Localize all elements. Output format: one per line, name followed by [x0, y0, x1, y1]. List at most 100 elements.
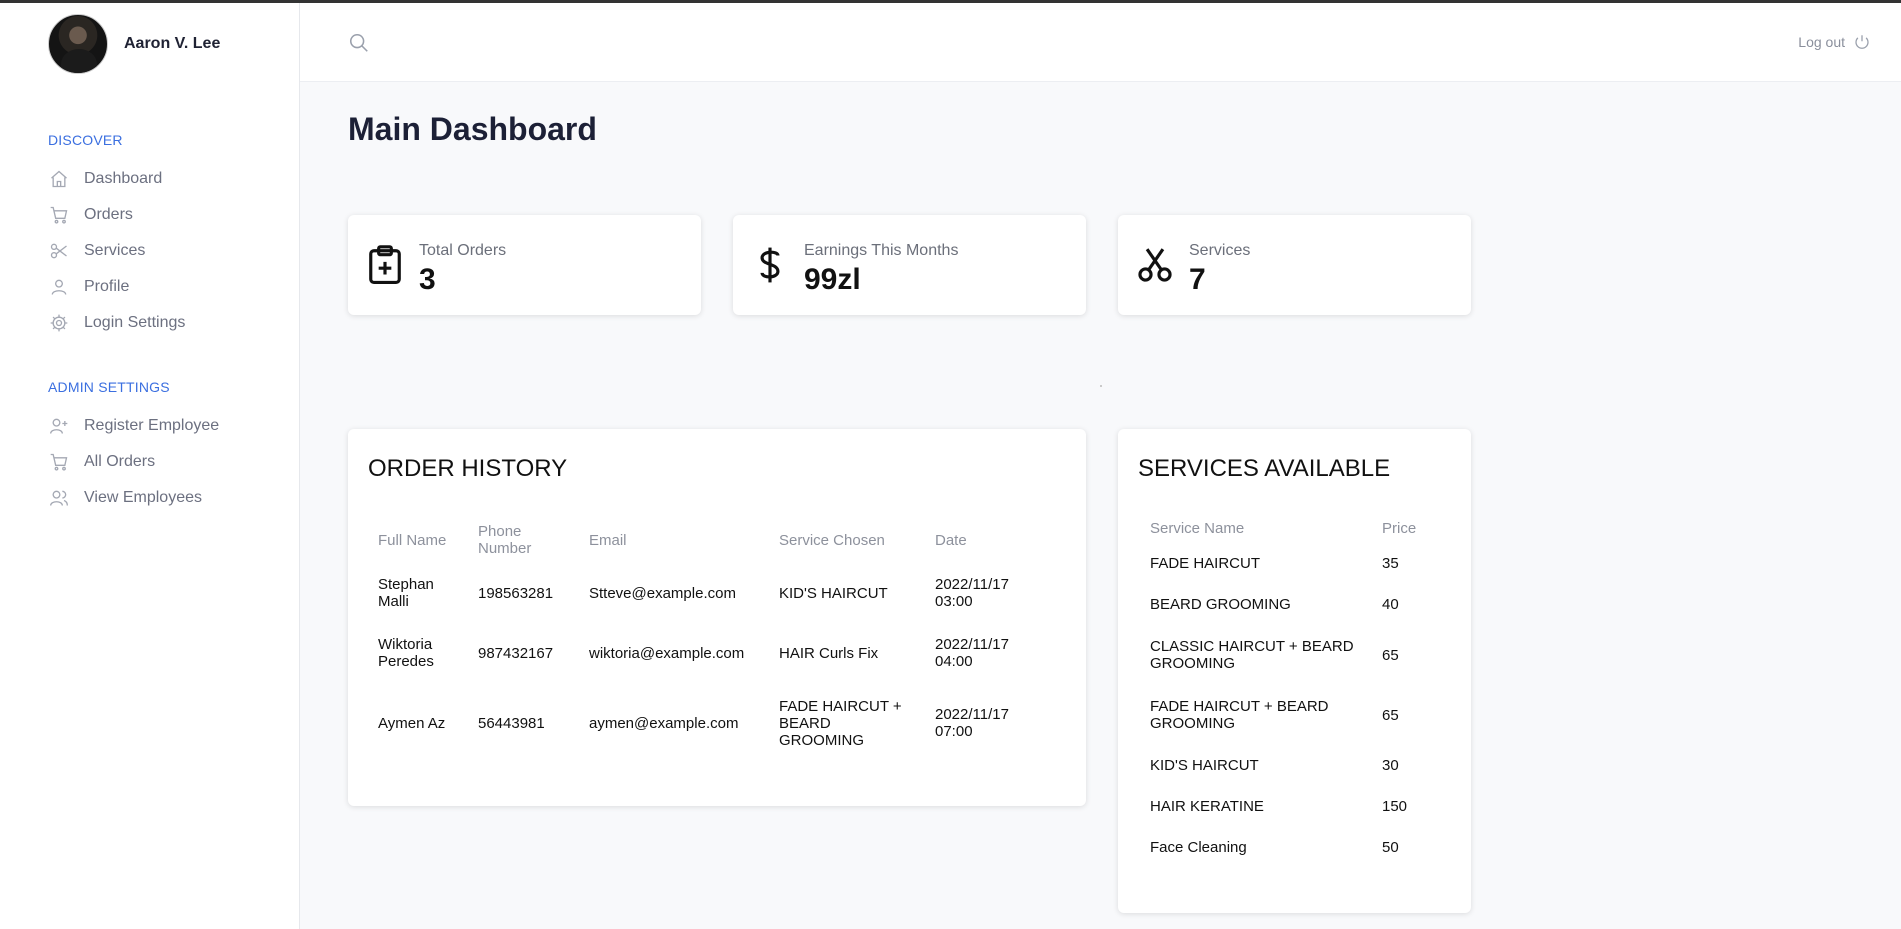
- sidebar: Aaron V. Lee DISCOVER Dashboard Orders S…: [0, 3, 300, 929]
- table-cell: KID'S HAIRCUT: [1150, 757, 1259, 774]
- table-cell: Wiktoria Peredes: [378, 636, 434, 670]
- table-cell: Face Cleaning: [1150, 839, 1247, 856]
- users-icon: [48, 487, 70, 509]
- dollar-icon: [749, 243, 791, 287]
- sidebar-item-label: Register Employee: [84, 417, 220, 434]
- sidebar-item-label: All Orders: [84, 453, 156, 470]
- column-header: Price: [1382, 519, 1417, 537]
- section-title-admin-settings: ADMIN SETTINGS: [48, 379, 170, 395]
- table-row: BEARD GROOMING 40: [1140, 584, 1432, 625]
- table-cell: 65: [1382, 706, 1399, 724]
- logout-label: Log out: [1798, 34, 1845, 50]
- stat-card-earnings: Earnings This Months 99zl: [733, 215, 1086, 315]
- table-row: FADE HAIRCUT 35: [1140, 543, 1432, 584]
- table-cell: HAIR KERATINE: [1150, 798, 1264, 815]
- sidebar-item-profile[interactable]: Profile: [48, 276, 129, 298]
- table-cell: 2022/11/17 04:00: [935, 636, 1009, 670]
- table-row: CLASSIC HAIRCUT + BEARD GROOMING 65: [1140, 625, 1432, 685]
- table-row: Aymen Az 56443981 aymen@example.com FADE…: [368, 683, 1025, 763]
- table-cell: aymen@example.com: [589, 714, 739, 732]
- cart-icon: [48, 204, 70, 226]
- table-cell: 2022/11/17 07:00: [935, 706, 1009, 740]
- table-cell: 30: [1382, 757, 1399, 774]
- services-table: Service Name Price FADE HAIRCUT 35 BEARD…: [1140, 513, 1432, 868]
- sidebar-item-view-employees[interactable]: View Employees: [48, 487, 202, 509]
- sidebar-item-login-settings[interactable]: Login Settings: [48, 312, 185, 334]
- services-available-panel: SERVICES AVAILABLE Service Name Price FA…: [1118, 429, 1471, 913]
- sidebar-item-label: Services: [84, 242, 146, 259]
- table-cell: 198563281: [478, 584, 554, 602]
- decorative-dot: [1100, 385, 1102, 387]
- user-profile[interactable]: Aaron V. Lee: [48, 14, 220, 74]
- power-icon: [1855, 35, 1869, 49]
- table-cell: FADE HAIRCUT + BEARD GROOMING: [779, 697, 902, 749]
- table-cell: Stephan Malli: [378, 576, 434, 610]
- clipboard-plus-icon: [364, 243, 406, 287]
- sidebar-item-label: View Employees: [84, 489, 202, 506]
- column-header: Service Chosen: [779, 531, 885, 549]
- table-cell: HAIR Curls Fix: [779, 644, 879, 662]
- cart-icon: [48, 451, 70, 473]
- column-header: Full Name: [378, 531, 447, 549]
- top-header: Log out: [300, 3, 1901, 82]
- logout-button[interactable]: Log out: [1798, 33, 1871, 51]
- user-name: Aaron V. Lee: [124, 35, 221, 52]
- table-cell: wiktoria@example.com: [589, 644, 745, 662]
- table-cell: FADE HAIRCUT + BEARD GROOMING: [1150, 698, 1329, 732]
- table-cell: CLASSIC HAIRCUT + BEARD GROOMING: [1150, 638, 1354, 672]
- sidebar-item-dashboard[interactable]: Dashboard: [48, 168, 162, 190]
- stat-label: Earnings This Months: [804, 242, 959, 259]
- column-header: Date: [935, 531, 967, 549]
- avatar[interactable]: [48, 14, 108, 74]
- table-cell: KID'S HAIRCUT: [779, 584, 888, 602]
- table-cell: Aymen Az: [378, 714, 446, 732]
- column-header: Phone Number: [478, 523, 532, 557]
- order-history-panel: ORDER HISTORY Full Name Phone Number Ema…: [348, 429, 1086, 806]
- sidebar-item-label: Dashboard: [84, 170, 163, 187]
- stat-label: Services: [1189, 242, 1251, 259]
- section-title-discover: DISCOVER: [48, 132, 123, 148]
- table-cell: 40: [1382, 596, 1399, 613]
- gear-icon: [48, 312, 70, 334]
- services-available-title: SERVICES AVAILABLE: [1138, 455, 1391, 482]
- table-cell: BEARD GROOMING: [1150, 596, 1291, 613]
- table-cell: 50: [1382, 839, 1399, 856]
- table-row: HAIR KERATINE 150: [1140, 786, 1432, 827]
- search-icon[interactable]: [348, 32, 370, 54]
- user-icon: [48, 276, 70, 298]
- scissors-icon: [1134, 243, 1176, 287]
- page-title: Main Dashboard: [348, 111, 597, 147]
- order-history-title: ORDER HISTORY: [368, 455, 568, 482]
- stat-card-total-orders: Total Orders 3: [348, 215, 701, 315]
- sidebar-item-all-orders[interactable]: All Orders: [48, 451, 155, 473]
- sidebar-item-label: Orders: [84, 206, 133, 223]
- sidebar-item-services[interactable]: Services: [48, 240, 145, 262]
- stat-card-services: Services 7: [1118, 215, 1471, 315]
- order-history-table: Full Name Phone Number Email Service Cho…: [368, 517, 1025, 763]
- sidebar-item-label: Login Settings: [84, 314, 186, 331]
- stat-label: Total Orders: [419, 242, 507, 259]
- table-row: Face Cleaning 50: [1140, 827, 1432, 868]
- table-cell: 65: [1382, 646, 1399, 664]
- home-icon: [48, 168, 70, 190]
- table-row: FADE HAIRCUT + BEARD GROOMING 65: [1140, 685, 1432, 745]
- scissors-icon: [48, 240, 70, 262]
- table-cell: FADE HAIRCUT: [1150, 555, 1261, 572]
- sidebar-item-orders[interactable]: Orders: [48, 204, 133, 226]
- column-header: Service Name: [1150, 519, 1245, 537]
- stat-value: 3: [419, 263, 436, 296]
- sidebar-item-label: Profile: [84, 278, 130, 295]
- table-cell: 150: [1382, 798, 1408, 815]
- table-header-row: Service Name Price: [1140, 513, 1432, 543]
- table-cell: 35: [1382, 555, 1399, 572]
- table-row: KID'S HAIRCUT 30: [1140, 745, 1432, 786]
- user-plus-icon: [48, 415, 70, 437]
- sidebar-item-register-employee[interactable]: Register Employee: [48, 415, 219, 437]
- table-row: Stephan Malli 198563281 Stteve@example.c…: [368, 563, 1025, 623]
- table-cell: Stteve@example.com: [589, 584, 736, 602]
- table-row: Wiktoria Peredes 987432167 wiktoria@exam…: [368, 623, 1025, 683]
- table-cell: 987432167: [478, 644, 554, 662]
- table-header-row: Full Name Phone Number Email Service Cho…: [368, 517, 1025, 563]
- column-header: Email: [589, 531, 627, 549]
- stat-value: 99zl: [804, 263, 861, 296]
